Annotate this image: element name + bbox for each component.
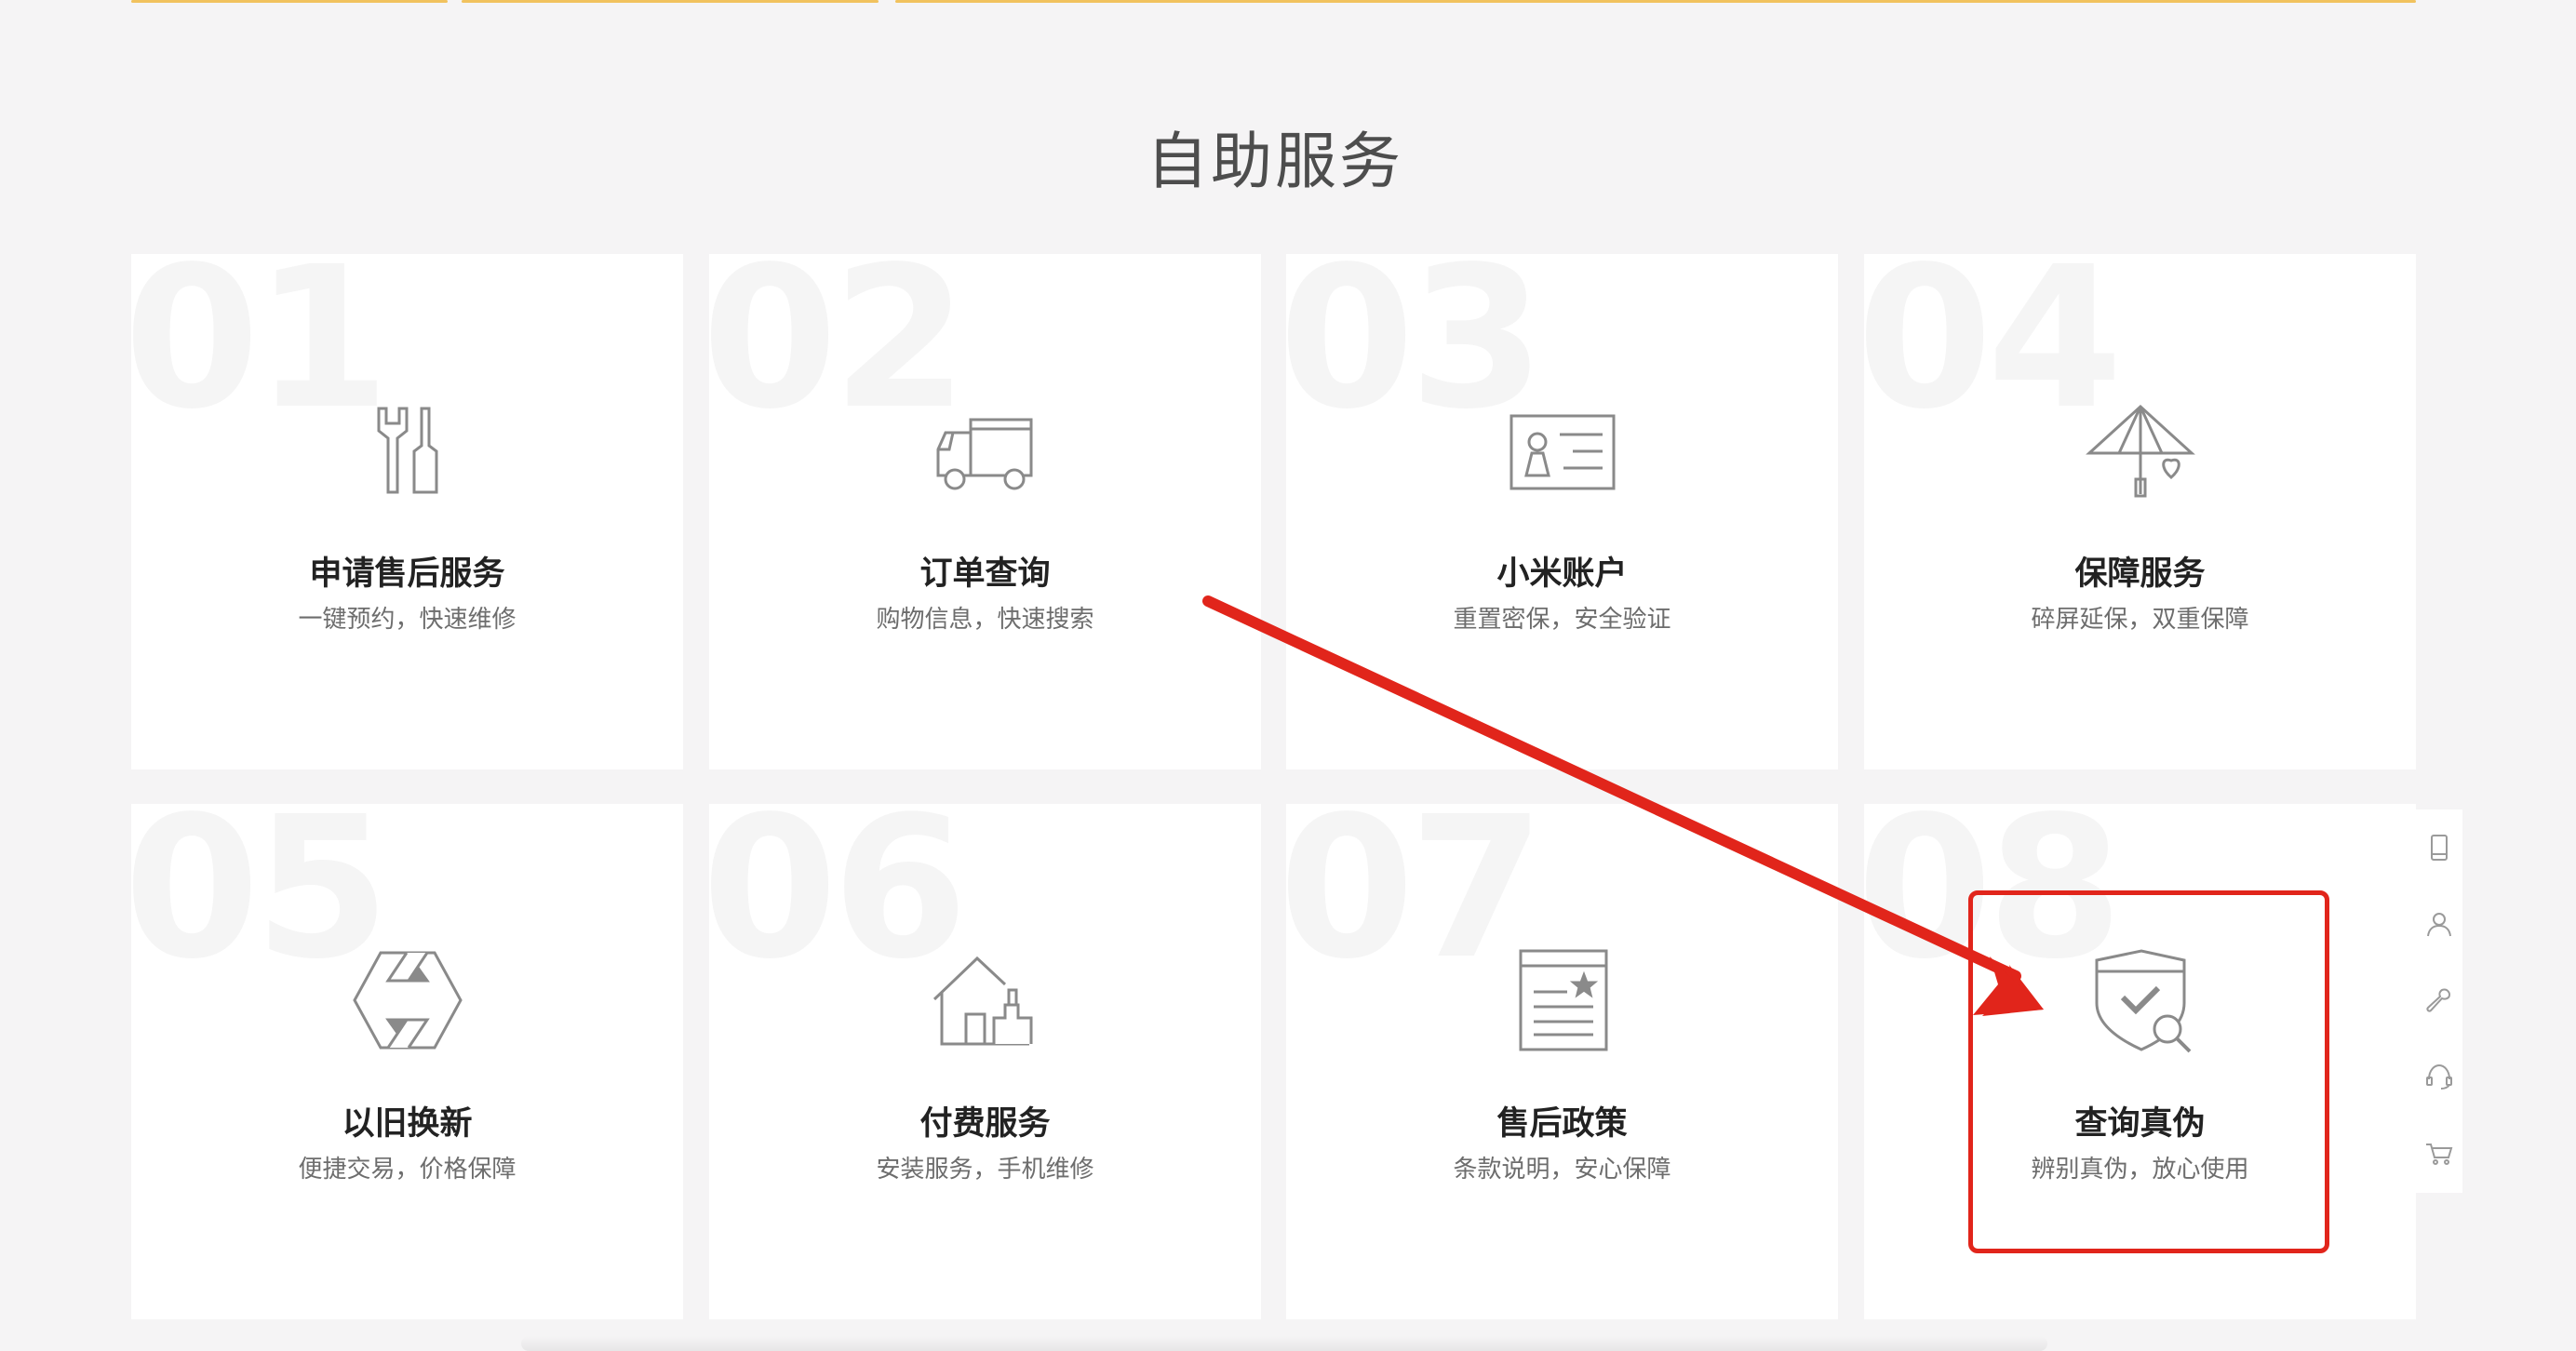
side-user-button[interactable] <box>2416 886 2462 962</box>
cart-icon <box>2426 1144 2453 1165</box>
side-toolbar <box>2416 809 2462 1193</box>
wrench-icon <box>2426 988 2451 1012</box>
phone-icon <box>2431 835 2448 861</box>
side-support-button[interactable] <box>2416 1038 2462 1115</box>
bottom-shadow <box>521 1336 2047 1351</box>
headset-icon <box>2426 1063 2452 1090</box>
annotation-arrow <box>1202 595 2044 1016</box>
side-cart-button[interactable] <box>2416 1115 2462 1191</box>
side-phone-button[interactable] <box>2416 809 2462 886</box>
user-icon <box>2427 913 2451 937</box>
side-repair-button[interactable] <box>2416 962 2462 1038</box>
